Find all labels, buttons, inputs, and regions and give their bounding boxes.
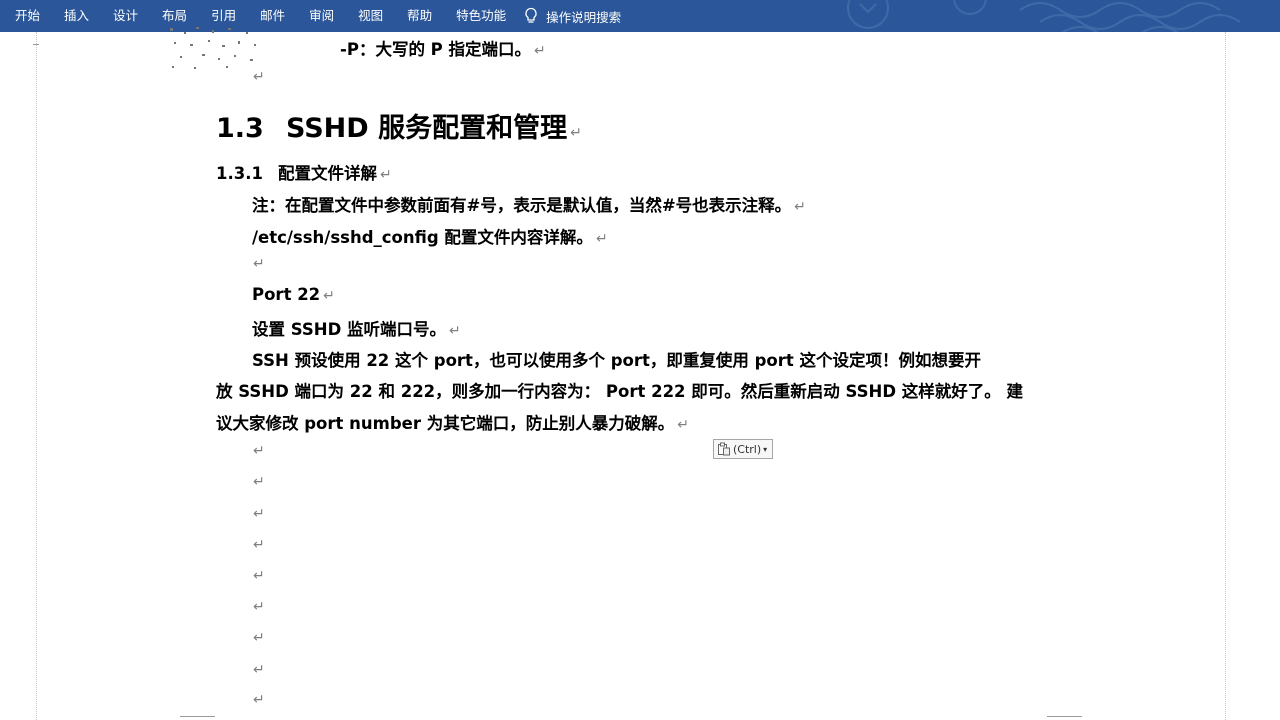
body-line: 议大家修改 port number 为其它端口，防止别人暴力破解。 ↵ [216,410,689,434]
body-line: 放 SSHD 端口为 22 和 222，则多加一行内容为： Port 222 即… [216,378,1023,402]
paragraph-mark: ↵ [253,568,265,584]
document-body: -P：大写的 P 指定端口。 ↵ ↵ 1.3 SSHD 服务配置和管理 ↵ 1.3.1… [0,0,1280,720]
p-option-text: -P：大写的 P 指定端口。 [340,40,532,59]
config-path-text: /etc/ssh/sshd_config 配置文件内容详解。 [252,228,593,247]
paragraph-mark: ↵ [253,506,265,522]
paragraph-mark: ↵ [794,199,806,215]
paragraph-mark: ↵ [449,323,461,339]
body-line: SSH 预设使用 22 这个 port，也可以使用多个 port，即重复使用 p… [252,347,981,371]
paragraph-mark: ↵ [253,630,265,646]
heading-2-number: 1.3.1 [216,164,263,183]
body-text: SSH 预设使用 22 这个 port，也可以使用多个 port，即重复使用 p… [252,351,982,370]
paragraph-mark: ↵ [570,125,582,141]
clipboard-icon [718,442,730,456]
paragraph-mark: ↵ [595,231,608,247]
note-text: 注：在配置文件中参数前面有#号，表示是默认值，当然#号也表示注释。 [252,196,792,215]
chevron-down-icon: ▾ [763,444,768,454]
paragraph-mark: ↵ [677,417,689,433]
paragraph-mark: ↵ [253,662,265,678]
config-path-line: /etc/ssh/sshd_config 配置文件内容详解。 ↵ [252,224,608,248]
paragraph-mark: ↵ [253,474,265,490]
heading-2-text: 配置文件详解 [278,164,377,183]
body-text: 议大家修改 port number 为其它端口，防止别人暴力破解。 [216,414,675,433]
body-text: 放 SSHD 端口为 22 和 222，则多加一行内容为： Port 222 即… [216,382,1024,401]
paragraph-mark: ↵ [253,537,265,553]
paragraph-mark: ↵ [534,43,546,59]
port-text: Port 22 [252,285,321,304]
port-desc-text: 设置 SSHD 监听端口号。 [252,320,447,339]
heading-1-number: 1.3 [216,113,264,144]
paragraph-mark: ↵ [253,692,265,708]
heading-2: 1.3.1 配置文件详解 ↵ [216,160,392,184]
note-line: 注：在配置文件中参数前面有#号，表示是默认值，当然#号也表示注释。 ↵ [252,192,806,216]
paragraph-mark: ↵ [253,599,265,615]
paragraph-mark: ↵ [253,69,265,85]
heading-1: 1.3 SSHD 服务配置和管理 ↵ [216,106,582,145]
p-option-line: -P：大写的 P 指定端口。 ↵ [340,36,546,60]
port-desc-line: 设置 SSHD 监听端口号。 ↵ [252,316,461,340]
paragraph-mark: ↵ [323,288,335,304]
heading-1-text: SSHD 服务配置和管理 [286,113,568,144]
port-line: Port 22 ↵ [252,285,335,304]
paragraph-mark: ↵ [253,256,265,272]
paste-options-label: (Ctrl) [733,442,762,456]
paragraph-mark: ↵ [253,443,265,459]
paste-options-button[interactable]: (Ctrl) ▾ [713,439,773,459]
paragraph-mark: ↵ [380,167,392,183]
